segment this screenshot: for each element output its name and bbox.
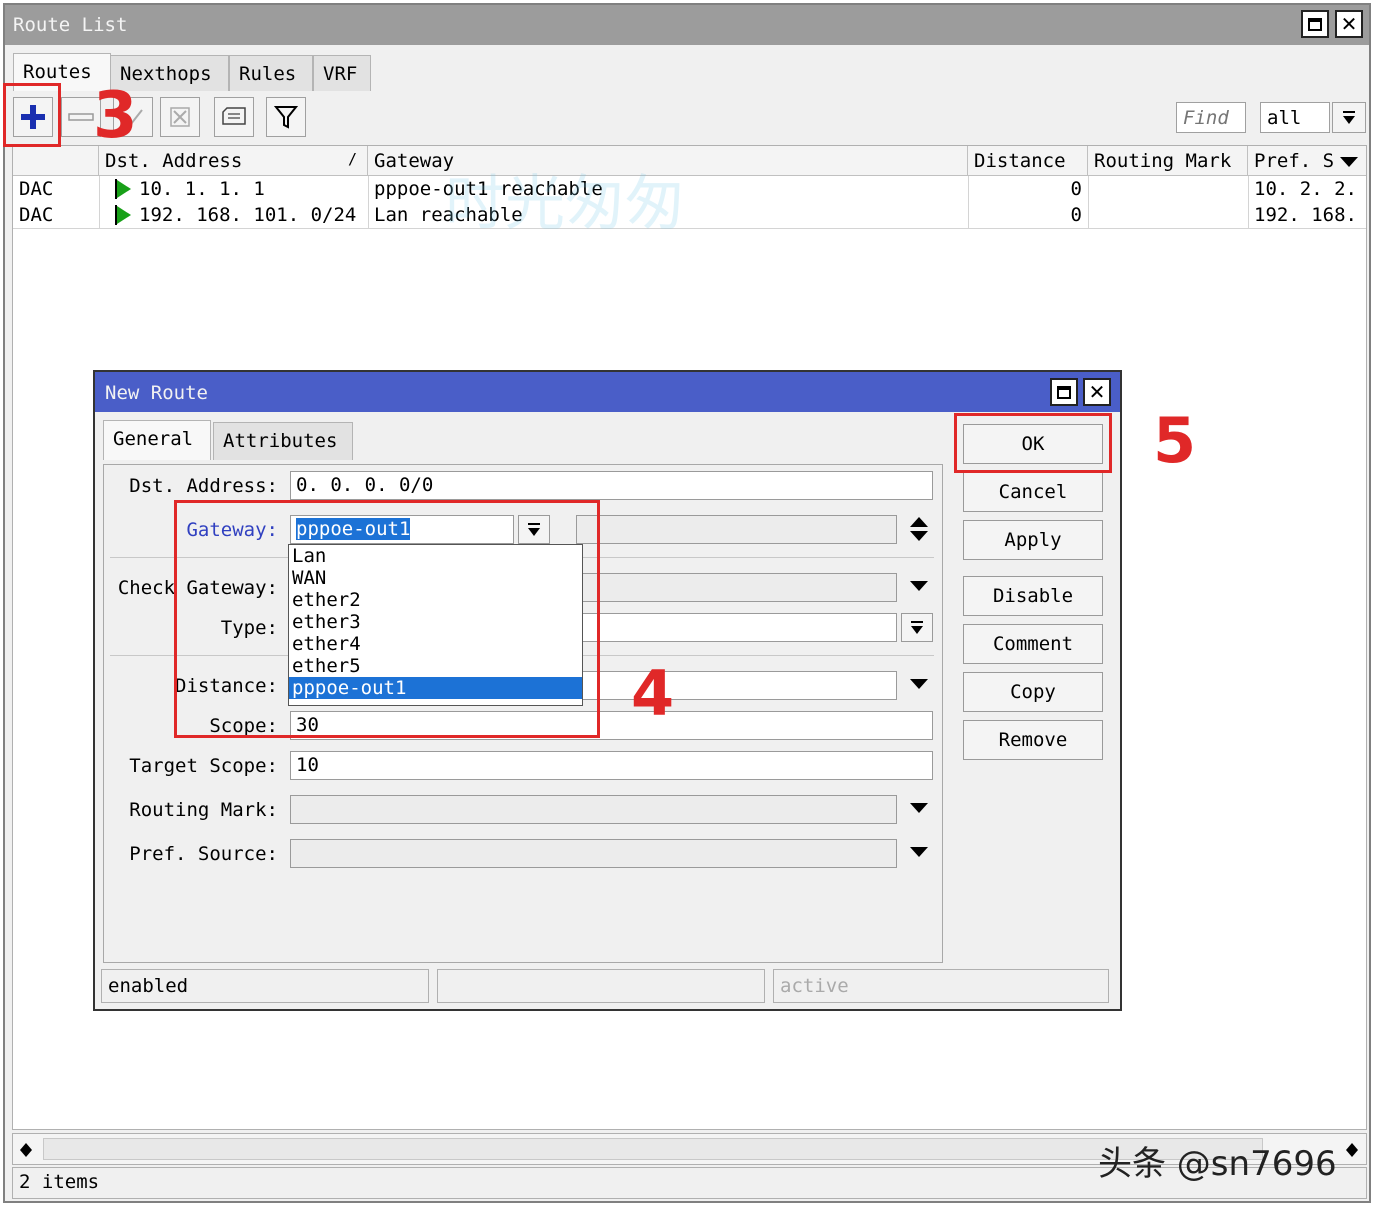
pref-source-chevron-icon[interactable] <box>910 847 928 857</box>
cancel-button[interactable]: Cancel <box>963 472 1103 512</box>
tab-vrf[interactable]: VRF <box>313 55 371 91</box>
annotation-number-3: 3 <box>93 79 138 153</box>
source-watermark: 头条 @sn7696 <box>1098 1144 1337 1184</box>
filter-select[interactable]: all <box>1260 102 1330 133</box>
dialog-close-button[interactable]: ✕ <box>1083 378 1111 406</box>
table-row-2-routing-mark[interactable] <box>1088 202 1248 228</box>
route-flag-icon <box>115 179 131 199</box>
faint-watermark: 时光匆匆 <box>445 169 685 239</box>
filter-dropdown-button[interactable] <box>1332 102 1366 133</box>
column-header-label: Pref. S <box>1254 150 1335 172</box>
column-header-dst-address[interactable]: Dst. Address / <box>99 146 368 176</box>
items-count: 2 items <box>19 1171 100 1193</box>
maximize-icon <box>1308 17 1322 31</box>
comment-icon <box>222 107 246 125</box>
table-row-1-routing-mark[interactable] <box>1088 176 1248 202</box>
route-flag-icon <box>115 205 131 225</box>
find-input[interactable] <box>1176 102 1246 133</box>
column-header-label: Dst. Address <box>105 150 243 172</box>
column-header-routing-mark[interactable]: Routing Mark <box>1088 146 1248 176</box>
tab-general[interactable]: General <box>103 420 211 460</box>
gateway-dropdown-list: Lan WAN ether2 ether3 ether4 ether5 pppo… <box>288 544 583 706</box>
annotation-box-5 <box>954 413 1112 473</box>
minus-icon <box>68 113 94 121</box>
route-list-titlebar: Route List ✕ <box>5 5 1369 45</box>
column-header-distance[interactable]: Distance <box>968 146 1088 176</box>
table-row-2-dst[interactable]: 192. 168. 101. 0/24 <box>111 202 366 228</box>
gateway-option-pppoe-out1[interactable]: pppoe-out1 <box>289 677 582 699</box>
dialog-titlebar: New Route ✕ <box>95 372 1120 412</box>
gateway-add-icon[interactable] <box>910 517 928 527</box>
route-list-title: Route List <box>13 14 128 36</box>
table-row-1-distance[interactable]: 0 <box>968 176 1088 202</box>
dst-address-label: Dst. Address: <box>129 475 278 497</box>
gateway-option-ether4[interactable]: ether4 <box>289 633 582 655</box>
annotation-number-4: 4 <box>631 657 675 730</box>
table-row-1-dst[interactable]: 10. 1. 1. 1 <box>111 176 366 202</box>
x-icon <box>170 107 190 127</box>
maximize-button[interactable] <box>1301 10 1329 38</box>
scroll-right-icon[interactable] <box>1345 1141 1359 1163</box>
tab-rules[interactable]: Rules <box>229 55 313 91</box>
column-header-flags[interactable] <box>13 146 99 176</box>
dialog-status-middle <box>437 969 765 1003</box>
dropdown-arrow-icon <box>1343 110 1355 124</box>
gateway-remove-icon[interactable] <box>910 531 928 541</box>
tab-attributes[interactable]: Attributes <box>213 422 353 460</box>
filter-button[interactable] <box>266 97 306 137</box>
gateway-option-ether2[interactable]: ether2 <box>289 589 582 611</box>
target-scope-field[interactable]: 10 <box>290 751 933 780</box>
table-row-2-flags[interactable]: DAC <box>13 202 99 228</box>
dst-address-field[interactable]: 0. 0. 0. 0/0 <box>290 471 933 500</box>
table-row-2-distance[interactable]: 0 <box>968 202 1088 228</box>
routing-mark-field[interactable] <box>290 795 897 824</box>
apply-button[interactable]: Apply <box>963 520 1103 560</box>
gateway-option-ether5[interactable]: ether5 <box>289 655 582 677</box>
type-dropdown-button[interactable] <box>901 613 933 642</box>
remove-route-button[interactable]: Remove <box>963 720 1103 760</box>
gateway-option-wan[interactable]: WAN <box>289 567 582 589</box>
gateway-option-lan[interactable]: Lan <box>289 545 582 567</box>
pref-source-field[interactable] <box>290 839 897 868</box>
table-row-2-dst-value: 192. 168. 101. 0/24 <box>139 204 357 226</box>
close-button[interactable]: ✕ <box>1335 10 1363 38</box>
dialog-maximize-button[interactable] <box>1050 378 1078 406</box>
distance-chevron-icon[interactable] <box>910 679 928 689</box>
copy-button[interactable]: Copy <box>963 672 1103 712</box>
comment-route-button[interactable]: Comment <box>963 624 1103 664</box>
sort-indicator-icon: / <box>347 150 357 168</box>
close-icon: ✕ <box>1088 380 1106 404</box>
annotation-number-5: 5 <box>1153 404 1197 477</box>
maximize-icon <box>1057 385 1071 399</box>
annotation-box-3 <box>3 83 61 147</box>
target-scope-label: Target Scope: <box>129 755 278 777</box>
dialog-title: New Route <box>105 382 208 404</box>
routing-mark-chevron-icon[interactable] <box>910 803 928 813</box>
disable-button[interactable] <box>160 97 200 137</box>
dropdown-arrow-icon <box>911 620 923 634</box>
table-row-1-dst-value: 10. 1. 1. 1 <box>139 178 265 200</box>
routing-mark-label: Routing Mark: <box>129 799 278 821</box>
close-icon: ✕ <box>1340 12 1358 36</box>
table-row-1-flags[interactable]: DAC <box>13 176 99 202</box>
table-row-2-pref[interactable]: 192. 168. 1. <box>1248 202 1366 228</box>
dialog-status-active: active <box>773 969 1109 1003</box>
gateway-secondary-field[interactable] <box>576 515 897 544</box>
table-row-1-pref[interactable]: 10. 2. 2. 4 <box>1248 176 1366 202</box>
gateway-option-ether3[interactable]: ether3 <box>289 611 582 633</box>
column-menu-chevron-icon[interactable] <box>1340 157 1358 167</box>
scroll-left-icon[interactable] <box>19 1141 33 1163</box>
filter-icon <box>274 106 298 129</box>
disable-route-button[interactable]: Disable <box>963 576 1103 616</box>
pref-source-label: Pref. Source: <box>129 843 278 865</box>
comment-button[interactable] <box>214 97 254 137</box>
dialog-status-enabled: enabled <box>101 969 429 1003</box>
check-gateway-chevron-icon[interactable] <box>910 581 928 591</box>
scrollbar-thumb[interactable] <box>43 1138 1263 1160</box>
